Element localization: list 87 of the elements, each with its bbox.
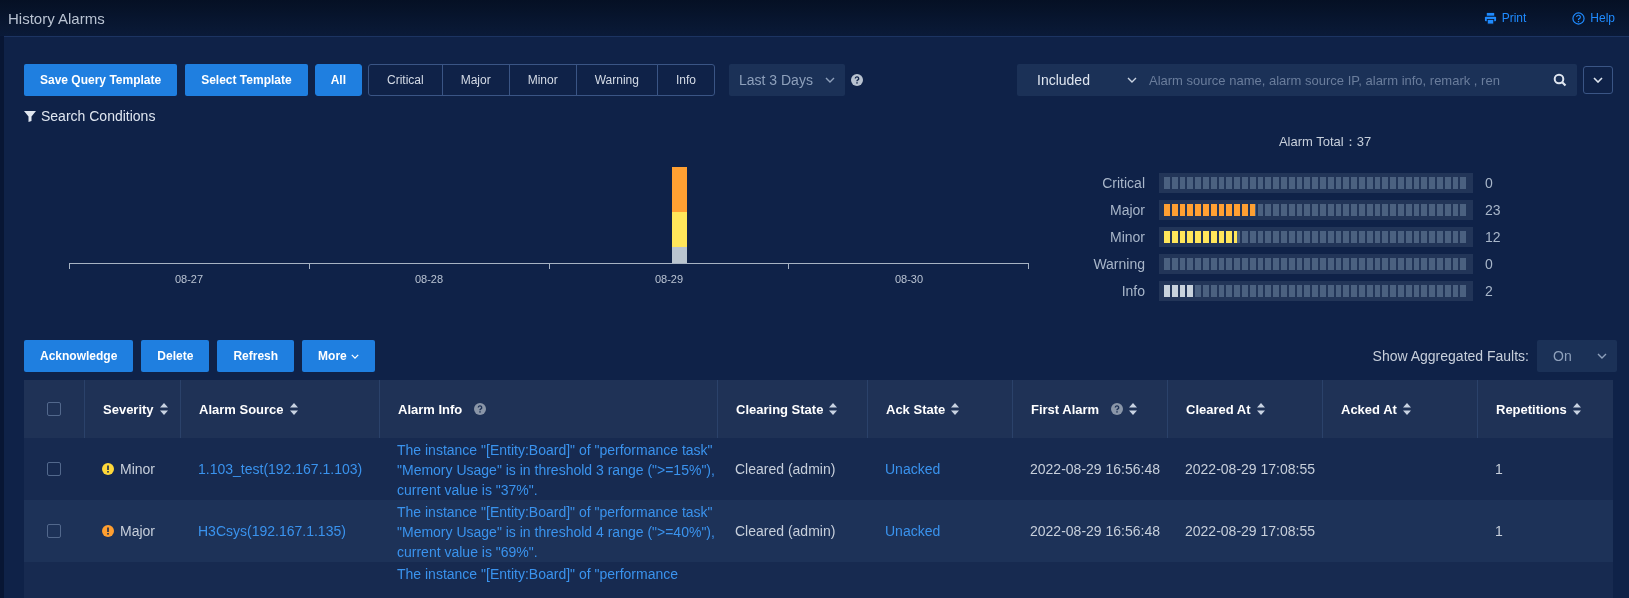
ack-state-link[interactable]: Unacked [885, 461, 941, 477]
severity-filter-tab[interactable]: Info [656, 64, 715, 96]
printer-icon [1483, 11, 1497, 25]
axis-label: 08-27 [173, 273, 205, 285]
severity-count: 0 [1485, 255, 1493, 272]
severity-filter-tab[interactable]: Critical [368, 64, 443, 96]
column-header: Cleared At [1186, 401, 1251, 417]
first-alarm-time: 2022-08-29 16:56:48 [1030, 523, 1160, 539]
severity-label: Info [1120, 282, 1145, 299]
clearing-state: Cleared (admin) [735, 461, 836, 477]
sort-icon[interactable] [289, 403, 298, 415]
alarm-source-link[interactable]: 1.103_test(192.167.1.103) [198, 461, 363, 477]
axis-label: 08-29 [653, 273, 685, 285]
select-all-checkbox[interactable] [47, 402, 61, 416]
aggregated-faults-dropdown[interactable]: On [1537, 340, 1617, 372]
action-button[interactable]: Refresh [217, 340, 295, 372]
column-header: Ack State [886, 401, 946, 417]
action-button[interactable]: Delete [141, 340, 210, 372]
header-link[interactable]: Print [1483, 11, 1527, 25]
severity-label: Minor [1109, 228, 1145, 245]
cleared-time: 2022-08-29 17:08:55 [1185, 461, 1315, 477]
help-icon [850, 74, 863, 86]
column-header: Alarm Source [199, 401, 284, 417]
header-link[interactable]: Help [1572, 11, 1615, 25]
action-button[interactable]: Acknowledge [24, 340, 134, 372]
sort-icon[interactable] [1256, 403, 1265, 415]
first-alarm-time: 2022-08-29 16:56:48 [1030, 461, 1160, 477]
severity-label: Major [1109, 201, 1145, 218]
severity-text: Minor [120, 461, 155, 477]
filter-icon [24, 110, 36, 122]
page-title: History Alarms [8, 9, 105, 27]
severity-text: Major [120, 523, 155, 539]
search-icon [1553, 73, 1567, 87]
time-range-dropdown[interactable]: Last 3 Days [728, 64, 845, 96]
sort-icon[interactable] [1129, 403, 1138, 415]
chevron-down-icon [1127, 77, 1137, 83]
column-header: Clearing State [736, 401, 824, 417]
sort-icon[interactable] [829, 403, 838, 415]
repetitions-count: 1 [1495, 523, 1503, 539]
search-box[interactable]: Included Alarm source name, alarm source IP, alarm info, remark , ren [1017, 64, 1577, 96]
severity-count: 0 [1485, 174, 1493, 191]
cleared-time: 2022-08-29 17:08:55 [1185, 523, 1315, 539]
toolbar-button[interactable]: Save Query Template [24, 64, 178, 96]
chevron-down-icon [1593, 77, 1603, 83]
column-header: First Alarm [1031, 401, 1100, 417]
severity-count: 23 [1485, 201, 1501, 218]
more-button[interactable]: More [302, 340, 375, 372]
alarm-info-link[interactable]: The instance "[Entity:Board]" of "performance task" "Memory Usage" is in threshold 4 range (">=40%"), current value is "69%". [397, 502, 717, 562]
help-icon [1572, 11, 1586, 25]
column-header: Repetitions [1496, 401, 1567, 417]
chevron-down-icon [824, 77, 835, 83]
alarm-source-link[interactable]: H3Csys(192.167.1.135) [198, 523, 346, 539]
row-checkbox[interactable] [47, 524, 61, 538]
search-conditions-toggle[interactable]: Search Conditions [24, 108, 156, 124]
match-mode-dropdown[interactable]: Included [1017, 64, 1147, 96]
severity-filter-tab[interactable]: All [314, 64, 362, 96]
severity-filter-tab[interactable]: Major [441, 64, 510, 96]
chevron-down-icon [1597, 353, 1607, 359]
alarm-info-link[interactable]: The instance "[Entity:Board]" of "performance task" "Memory Usage" is in threshold 3 range (">=15%"), current value is "37%". [397, 440, 717, 500]
expand-button[interactable] [1583, 66, 1613, 94]
toolbar-button[interactable]: Select Template [185, 64, 308, 96]
severity-filter-tab[interactable]: Warning [575, 64, 658, 96]
severity-label: Critical [1101, 174, 1145, 191]
help-icon [1111, 403, 1124, 415]
clearing-state: Cleared (admin) [735, 523, 836, 539]
severity-filter-tab[interactable]: Minor [508, 64, 577, 96]
column-header: Acked At [1341, 401, 1397, 417]
row-checkbox[interactable] [47, 462, 61, 476]
chevron-down-icon [350, 353, 359, 359]
sort-icon[interactable] [951, 403, 960, 415]
sort-icon[interactable] [1402, 403, 1411, 415]
column-header: Alarm Info [398, 401, 463, 417]
aggregated-faults-label: Show Aggregated Faults: [1372, 348, 1529, 364]
alarm-total: Alarm Total：37 [1277, 133, 1373, 151]
help-icon [474, 403, 487, 415]
severity-count: 12 [1485, 228, 1501, 245]
axis-label: 08-28 [413, 273, 445, 285]
axis-label: 08-30 [893, 273, 925, 285]
repetitions-count: 1 [1495, 461, 1503, 477]
ack-state-link[interactable]: Unacked [885, 523, 941, 539]
severity-count: 2 [1485, 282, 1493, 299]
column-header: Severity [103, 401, 154, 417]
search-field[interactable]: Alarm source name, alarm source IP, alarm info, remark , ren [1147, 71, 1553, 89]
sort-icon[interactable] [159, 403, 168, 415]
severity-label: Warning [1092, 255, 1145, 272]
alarm-info-link[interactable]: The instance "[Entity:Board]" of "performance [397, 564, 679, 584]
sort-icon[interactable] [1572, 403, 1581, 415]
